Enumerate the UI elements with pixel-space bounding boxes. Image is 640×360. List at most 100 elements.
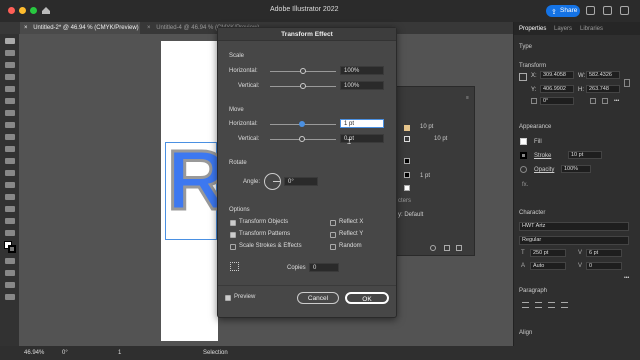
reference-point-locator-icon[interactable]: [230, 262, 239, 271]
draw-mode-icon[interactable]: [5, 270, 15, 276]
align-center-icon[interactable]: [535, 302, 542, 308]
scale-heading: Scale: [229, 53, 245, 59]
kerning-field[interactable]: 0: [586, 262, 622, 270]
workspace-switcher-icon[interactable]: [620, 6, 629, 15]
justify-icon[interactable]: [561, 302, 568, 308]
align-right-icon[interactable]: [548, 302, 555, 308]
align-left-icon[interactable]: [522, 302, 529, 308]
paintbrush-tool-icon[interactable]: [5, 110, 15, 116]
minimize-window-button[interactable]: [19, 7, 26, 14]
kerning-icon: V: [578, 263, 583, 269]
eyedropper-tool-icon[interactable]: [5, 194, 15, 200]
more-character-options-icon[interactable]: •••: [624, 275, 629, 281]
rotate-tool-icon[interactable]: [5, 146, 15, 152]
screen-mode-icon[interactable]: [5, 282, 15, 288]
stroke-icon: [404, 136, 410, 142]
font-family-select[interactable]: HWT Artz: [519, 222, 629, 231]
flip-vertical-icon[interactable]: [602, 98, 608, 104]
scale-vertical-field[interactable]: 100%: [340, 81, 384, 90]
stroke-swatch[interactable]: [520, 152, 527, 159]
preview-checkbox[interactable]: [225, 295, 231, 301]
color-mode-icon[interactable]: [5, 258, 15, 264]
tab-layers[interactable]: Layers: [554, 26, 572, 32]
zoom-window-button[interactable]: [30, 7, 37, 14]
font-style-select[interactable]: Regular: [519, 236, 629, 245]
scale-horizontal-field[interactable]: 100%: [340, 66, 384, 75]
pencil-tool-icon[interactable]: [5, 122, 15, 128]
width-tool-icon[interactable]: [5, 170, 15, 176]
fill-swatch[interactable]: [520, 138, 527, 145]
transform-heading: Transform: [519, 63, 547, 69]
scale-tool-icon[interactable]: [5, 158, 15, 164]
copies-field[interactable]: 0: [309, 263, 339, 272]
symbol-sprayer-tool-icon[interactable]: [5, 218, 15, 224]
home-icon[interactable]: [41, 6, 51, 15]
opacity-field[interactable]: 100%: [561, 165, 591, 173]
panel-menu-icon[interactable]: ≡: [466, 95, 469, 101]
share-button[interactable]: ⇪ Share: [546, 5, 580, 17]
curvature-tool-icon[interactable]: [5, 86, 15, 92]
divider: [218, 285, 396, 286]
stroke-link[interactable]: Stroke: [534, 153, 551, 159]
edit-toolbar-icon[interactable]: [5, 294, 15, 300]
blend-tool-icon[interactable]: [5, 206, 15, 212]
trash-icon[interactable]: [456, 245, 462, 251]
no-icon[interactable]: [430, 245, 436, 251]
tracking-field[interactable]: 6 pt: [586, 249, 622, 257]
tab-properties[interactable]: Properties: [519, 26, 546, 32]
fx-icon[interactable]: fx.: [522, 182, 528, 188]
type-heading: Type: [519, 44, 533, 50]
ok-button[interactable]: OK: [345, 292, 389, 304]
leading-icon: A: [521, 263, 526, 269]
scale-vertical-knob[interactable]: [300, 83, 306, 89]
move-horizontal-knob[interactable]: [299, 121, 305, 127]
tab-close-icon[interactable]: ×: [147, 25, 151, 31]
transform-objects-checkbox[interactable]: [230, 220, 236, 226]
tab-untitled-2[interactable]: × Untitled-2* @ 46.94 % (CMYK/Preview): [20, 22, 140, 34]
tab-libraries[interactable]: Libraries: [580, 26, 603, 32]
cancel-button[interactable]: Cancel: [297, 292, 339, 304]
artboard-number[interactable]: 1: [118, 346, 121, 360]
pen-tool-icon[interactable]: [5, 74, 15, 80]
shape-builder-tool-icon[interactable]: [5, 182, 15, 188]
transform-patterns-checkbox[interactable]: [230, 232, 236, 238]
close-window-button[interactable]: [8, 7, 15, 14]
eraser-tool-icon[interactable]: [5, 134, 15, 140]
stroke-weight-field[interactable]: 10 pt: [568, 151, 602, 159]
stroke-swatch[interactable]: [8, 245, 16, 253]
scale-strokes-checkbox[interactable]: [230, 244, 236, 250]
angle-field[interactable]: 0°: [284, 177, 318, 186]
y-field[interactable]: 406.9902: [540, 85, 574, 93]
app-title: Adobe Illustrator 2022: [270, 6, 339, 13]
font-size-field[interactable]: 250 pt: [530, 249, 566, 257]
tools-panel: [0, 34, 19, 346]
constrain-proportions-icon[interactable]: [624, 79, 630, 87]
reflect-x-checkbox[interactable]: [330, 220, 336, 226]
reflect-y-checkbox[interactable]: [330, 232, 336, 238]
rectangle-tool-icon[interactable]: [5, 98, 15, 104]
height-field[interactable]: 263.748: [586, 85, 620, 93]
width-field[interactable]: 582.4326: [586, 71, 620, 79]
rotation-field[interactable]: 0°: [540, 97, 574, 105]
duplicate-icon[interactable]: [444, 245, 450, 251]
flip-horizontal-icon[interactable]: [590, 98, 596, 104]
x-field[interactable]: 309.4058: [540, 71, 574, 79]
more-options-icon[interactable]: •••: [614, 98, 619, 104]
leading-field[interactable]: Auto: [530, 262, 566, 270]
discover-icon[interactable]: [586, 6, 595, 15]
arrange-documents-icon[interactable]: [603, 6, 612, 15]
tab-close-icon[interactable]: ×: [24, 25, 28, 31]
opacity-link[interactable]: Opacity: [534, 167, 554, 173]
selection-tool-icon[interactable]: [5, 38, 15, 44]
move-horizontal-field[interactable]: 1 pt: [340, 119, 384, 128]
move-vertical-knob[interactable]: [299, 136, 305, 142]
graph-tool-icon[interactable]: [5, 230, 15, 236]
rotation-view[interactable]: 0°: [62, 346, 68, 360]
magic-wand-tool-icon[interactable]: [5, 62, 15, 68]
direct-selection-tool-icon[interactable]: [5, 50, 15, 56]
random-checkbox[interactable]: [330, 244, 336, 250]
zoom-level[interactable]: 46.94%: [24, 346, 44, 360]
opacity-icon: [520, 166, 527, 173]
scale-horizontal-knob[interactable]: [300, 68, 306, 74]
reference-point-icon[interactable]: [519, 73, 527, 81]
